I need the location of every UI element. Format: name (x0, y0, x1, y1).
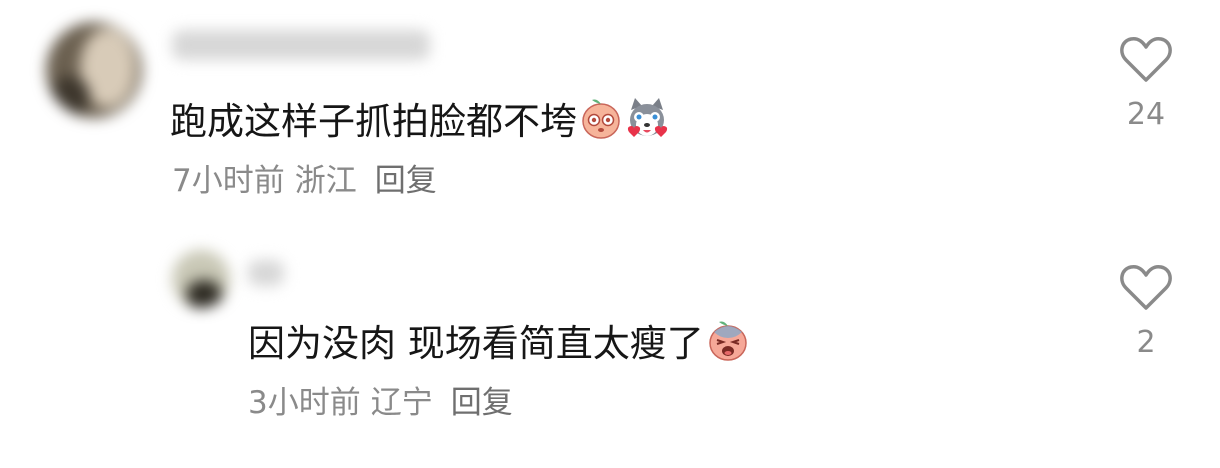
peach-face-staring-emoji (582, 99, 620, 139)
heart-outline-icon (1120, 264, 1172, 310)
comment-item: shuyyyyy18 跑成这样子抓拍脸都不垮 7小时前浙江回复 (0, 0, 1220, 230)
comment-meta: 3小时前 辽宁 回复 (248, 385, 523, 421)
peach-face-crying-emoji (709, 321, 747, 361)
comment-location: 辽宁 (370, 385, 433, 421)
heart-outline-icon (1120, 36, 1172, 82)
comment-time: 3小时前 (248, 385, 361, 421)
like-count: 2 (1136, 325, 1156, 360)
comment-meta: 7小时前 浙江 回复 (172, 163, 447, 199)
like-button[interactable]: 24 (1111, 36, 1181, 132)
avatar[interactable] (46, 22, 142, 118)
like-button[interactable]: 2 (1111, 264, 1181, 360)
reply-button[interactable]: 回复 (451, 385, 513, 421)
avatar[interactable] (172, 250, 230, 308)
like-count: 24 (1126, 97, 1166, 132)
reply-button[interactable]: 回复 (375, 163, 437, 199)
comment-text: 跑成这样子抓拍脸都不垮 (170, 96, 669, 144)
reply-comment-item: kk 因为没肉 现场看简直太瘦了 3小时前辽宁回复 2 (0, 230, 1220, 468)
comment-location: 浙江 (294, 163, 357, 199)
username[interactable]: shuyyyyy18 (172, 30, 430, 60)
comment-text: 因为没肉 现场看简直太瘦了 (248, 318, 750, 366)
husky-heart-eyes-emoji (627, 98, 668, 137)
comment-time: 7小时前 (172, 163, 285, 199)
username[interactable]: kk (248, 260, 284, 286)
